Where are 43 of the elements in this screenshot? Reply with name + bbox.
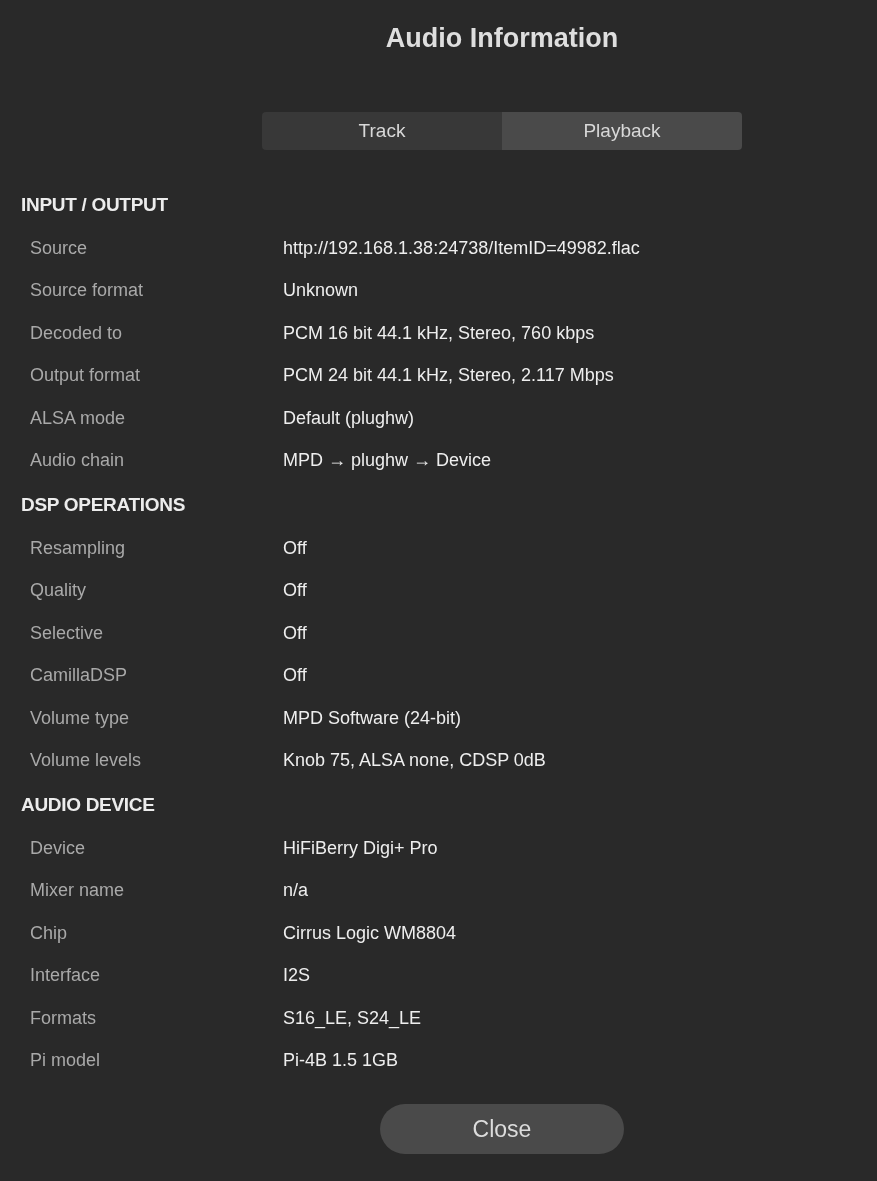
field-label: CamillaDSP — [30, 665, 128, 686]
field-value: S16_LE, S24_LE — [283, 1007, 422, 1029]
field-value: Off — [283, 580, 307, 602]
field-label: Volume type — [30, 707, 130, 728]
field-label: Pi model — [30, 1050, 101, 1071]
field-value: Off — [283, 665, 307, 687]
field-value: I2S — [283, 965, 311, 987]
field-value: PCM 16 bit 44.1 kHz, Stereo, 760 kbps — [283, 322, 595, 344]
dialog-title: Audio Information — [385, 22, 619, 55]
tab[interactable]: Playback — [502, 112, 742, 150]
field-label: Device — [30, 837, 86, 858]
field-value: MPD Software (24-bit) — [283, 707, 462, 729]
field-value: Off — [283, 622, 307, 644]
field-label: Source — [30, 237, 88, 258]
field-label: Audio chain — [30, 450, 125, 471]
field-value: Pi-4B 1.5 1GB — [283, 1050, 399, 1072]
field-value: HiFiBerry Digi+ Pro — [283, 837, 438, 859]
section-heading: INPUT / OUTPUT — [21, 193, 168, 216]
field-label: ALSA mode — [30, 407, 126, 428]
field-value: n/a — [283, 880, 309, 902]
field-value: Off — [283, 537, 307, 559]
field-label: Mixer name — [30, 880, 125, 901]
field-value: Knob 75, ALSA none, CDSP 0dB — [283, 750, 546, 772]
field-label: Formats — [30, 1007, 96, 1028]
field-value: Cirrus Logic WM8804 — [283, 922, 457, 944]
section-heading: AUDIO DEVICE — [21, 793, 155, 816]
section-heading: DSP OPERATIONS — [21, 493, 186, 516]
field-value: PCM 24 bit 44.1 kHz, Stereo, 2.117 Mbps — [283, 365, 614, 387]
field-value: Unknown — [283, 280, 359, 302]
field-label: Quality — [30, 580, 87, 601]
field-label: Chip — [30, 922, 68, 943]
field-value: Default (plughw) — [283, 407, 415, 429]
field-label: Decoded to — [30, 322, 123, 343]
field-label: Interface — [30, 965, 101, 986]
tab[interactable]: Track — [262, 112, 502, 150]
field-label: Volume levels — [30, 750, 142, 771]
field-label: Source format — [30, 280, 144, 301]
field-value: MPD → plughw → Device — [283, 450, 492, 472]
close-button[interactable]: Close — [380, 1104, 624, 1154]
field-label: Resampling — [30, 537, 126, 558]
field-value: http://192.168.1.38:24738/ItemID=49982.flac — [283, 237, 640, 259]
field-label: Output format — [30, 365, 141, 386]
field-label: Selective — [30, 622, 104, 643]
